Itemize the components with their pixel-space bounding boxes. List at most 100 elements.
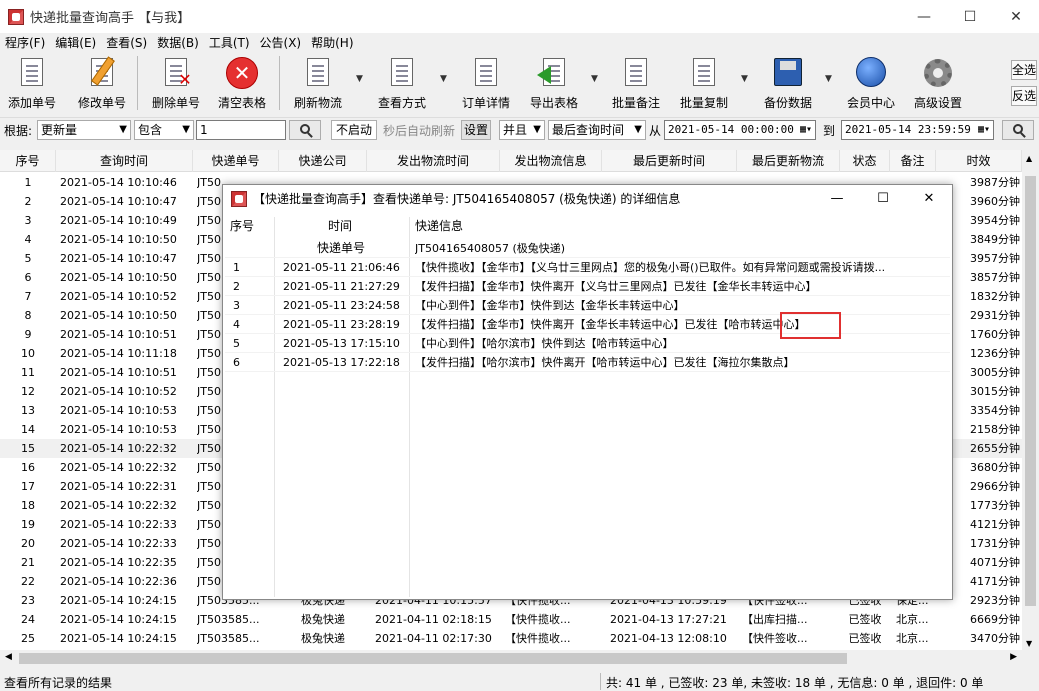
table-cell: 2021-05-14 10:22:33	[60, 537, 177, 550]
tracking-number-row[interactable]: 快递单号 JT504165408057 (极兔快递)	[225, 239, 950, 258]
col-header[interactable]: 快递单号	[193, 150, 279, 172]
tracking-event-row[interactable]: 4 2021-05-11 23:28:19 【发件扫描】【金华市】快件离开【金华长丰…	[225, 315, 950, 334]
add-number-button[interactable]: 添加单号	[4, 54, 60, 112]
col-header[interactable]: 最后更新时间	[602, 150, 737, 172]
menu-tools[interactable]: 工具(T)	[204, 34, 255, 51]
scroll-up-icon[interactable]: ▲	[1026, 154, 1032, 163]
scroll-left-icon[interactable]: ◀	[5, 652, 12, 662]
table-cell: 2021-05-14 10:10:49	[60, 214, 177, 227]
logic-select[interactable]: 并且 ▼	[499, 120, 545, 140]
table-cell: 已签收	[848, 613, 882, 626]
tracking-number-label: 快递单号	[317, 241, 366, 255]
edit-number-button[interactable]: 修改单号	[74, 54, 130, 112]
close-button[interactable]: ✕	[993, 0, 1039, 33]
to-date-input[interactable]: 2021-05-14 23:59:59 ▦▾	[841, 120, 994, 140]
order-detail-button[interactable]: 订单详情	[458, 54, 514, 112]
scroll-right-icon[interactable]: ▶	[1010, 652, 1017, 662]
refresh-logistics-button[interactable]: 刷新物流	[290, 54, 346, 112]
col-header[interactable]: 备注	[890, 150, 936, 172]
batch-copy-dropdown-arrow-icon[interactable]: ▼	[741, 74, 748, 84]
menu-view[interactable]: 查看(S)	[101, 34, 152, 51]
tracking-event-row[interactable]: 3 2021-05-11 23:24:58 【中心到件】【金华市】快件到达【金华长丰…	[225, 296, 950, 315]
keyword-search-button[interactable]	[289, 120, 321, 140]
col-header[interactable]: 快递公司	[279, 150, 367, 172]
table-cell: 2021-05-14 10:10:52	[60, 385, 177, 398]
auto-refresh-label: 秒后自动刷新	[383, 124, 456, 138]
menu-notice[interactable]: 公告(X)	[255, 34, 307, 51]
view-mode-dropdown-arrow-icon[interactable]: ▼	[440, 74, 447, 84]
table-cell: 15	[21, 442, 35, 455]
export-dropdown-arrow-icon[interactable]: ▼	[591, 74, 598, 84]
col-header[interactable]: 发出物流信息	[500, 150, 602, 172]
tracking-event-row[interactable]: 5 2021-05-13 17:15:10 【中心到件】【哈尔滨市】快件到达【哈市转…	[225, 334, 950, 353]
table-cell: 5	[24, 252, 32, 265]
menu-data[interactable]: 数据(B)	[152, 34, 204, 51]
horizontal-scrollbar[interactable]: ◀ ▶	[0, 650, 1039, 667]
horizontal-scroll-thumb[interactable]	[19, 653, 847, 664]
view-mode-button[interactable]: 查看方式	[374, 54, 430, 112]
backup-dropdown-arrow-icon[interactable]: ▼	[825, 74, 832, 84]
backup-data-button[interactable]: 备份数据	[760, 54, 816, 112]
table-cell: 20	[21, 537, 35, 550]
col-header[interactable]: 最后更新物流	[737, 150, 840, 172]
table-cell: 已签收	[848, 632, 882, 645]
export-table-button[interactable]: 导出表格	[526, 54, 582, 112]
from-date-input[interactable]: 2021-05-14 00:00:00 ▦▾	[664, 120, 816, 140]
col-header: 时间	[328, 219, 353, 233]
refresh-dropdown-arrow-icon[interactable]: ▼	[356, 74, 363, 84]
time-field-select[interactable]: 最后查询时间 ▼	[548, 120, 646, 140]
col-header[interactable]: 发出物流时间	[367, 150, 500, 172]
dialog-close-button[interactable]: ✕	[906, 185, 952, 212]
match-select[interactable]: 包含 ▼	[134, 120, 194, 140]
scroll-down-icon[interactable]: ▼	[1026, 639, 1032, 648]
table-cell: 6669分钟	[970, 613, 1020, 626]
select-all-button[interactable]: 全选	[1011, 60, 1037, 80]
tracking-event-cell: 1	[233, 261, 240, 274]
vertical-scroll-thumb[interactable]	[1025, 176, 1036, 606]
table-cell: 19	[21, 518, 35, 531]
table-cell: 2021-05-14 10:10:51	[60, 328, 177, 341]
date-search-button[interactable]	[1002, 120, 1034, 140]
batch-copy-button[interactable]: 批量复制	[676, 54, 732, 112]
basis-select[interactable]: 更新量 ▼	[37, 120, 131, 140]
col-header[interactable]: 时效	[936, 150, 1022, 172]
table-cell: 2021-05-14 10:10:46	[60, 176, 177, 189]
clear-table-button[interactable]: ✕ 清空表格	[214, 54, 270, 112]
vertical-scrollbar[interactable]: ▲ ▼	[1022, 150, 1039, 650]
invert-selection-button[interactable]: 反选	[1011, 86, 1037, 106]
col-header[interactable]: 序号	[0, 150, 56, 172]
menu-program[interactable]: 程序(F)	[0, 34, 50, 51]
settings-button[interactable]: 设置	[461, 120, 491, 140]
dialog-minimize-button[interactable]: —	[814, 185, 860, 212]
col-header: 序号	[230, 219, 255, 233]
keyword-input[interactable]: 1	[196, 120, 286, 140]
col-header[interactable]: 状态	[840, 150, 890, 172]
col-header: 快递信息	[415, 219, 464, 233]
table-cell: 2021-05-14 10:22:32	[60, 499, 177, 512]
maximize-button[interactable]: ☐	[947, 0, 993, 33]
advanced-settings-button[interactable]: 高级设置	[910, 54, 966, 112]
table-cell: 22	[21, 575, 35, 588]
menu-help[interactable]: 帮助(H)	[306, 34, 358, 51]
status-summary: 共: 41 单 , 已签收: 23 单, 未签收: 18 单 , 无信息: 0 …	[606, 676, 984, 690]
minimize-button[interactable]: —	[901, 0, 947, 33]
batch-note-button[interactable]: 批量备注	[608, 54, 664, 112]
table-row[interactable]: 25 2021-05-14 10:24:15 JT503585... 极兔快递 2021…	[0, 629, 1022, 648]
tracking-number-value: JT504165408057 (极兔快递)	[415, 242, 566, 255]
delete-number-button[interactable]: ✕ 删除单号	[148, 54, 204, 112]
table-row[interactable]: 24 2021-05-14 10:24:15 JT503585... 极兔快递 2021…	[0, 610, 1022, 629]
tracking-event-cell: 4	[233, 318, 240, 331]
tracking-event-row[interactable]: 1 2021-05-11 21:06:46 【快件揽收】【金华市】【义乌廿三里网点】…	[225, 258, 950, 277]
dialog-maximize-button[interactable]: ☐	[860, 185, 906, 212]
col-header[interactable]: 查询时间	[56, 150, 193, 172]
tracking-event-cell: 【快件揽收】【金华市】【义乌廿三里网点】您的极兔小哥()已取件。如有异常问题或需…	[415, 261, 886, 274]
member-center-button[interactable]: 会员中心	[843, 54, 899, 112]
app-logo-icon	[231, 190, 247, 207]
tracking-event-row[interactable]: 6 2021-05-13 17:22:18 【发件扫描】【哈尔滨市】快件离开【哈市转…	[225, 353, 950, 372]
tracking-event-row[interactable]: 2 2021-05-11 21:27:29 【发件扫描】【金华市】快件离开【义乌廿三…	[225, 277, 950, 296]
chevron-down-icon: ▼	[182, 124, 190, 135]
menu-edit[interactable]: 编辑(E)	[50, 34, 101, 51]
auto-refresh-toggle[interactable]: 不启动	[331, 120, 377, 140]
tracking-event-cell: 【发件扫描】【哈尔滨市】快件离开【哈市转运中心】已发往【海拉尔集散点】	[415, 356, 795, 369]
tracking-detail-table[interactable]: 序号 时间 快递信息 快递单号 JT504165408057 (极兔快递) 1 2…	[225, 217, 950, 597]
